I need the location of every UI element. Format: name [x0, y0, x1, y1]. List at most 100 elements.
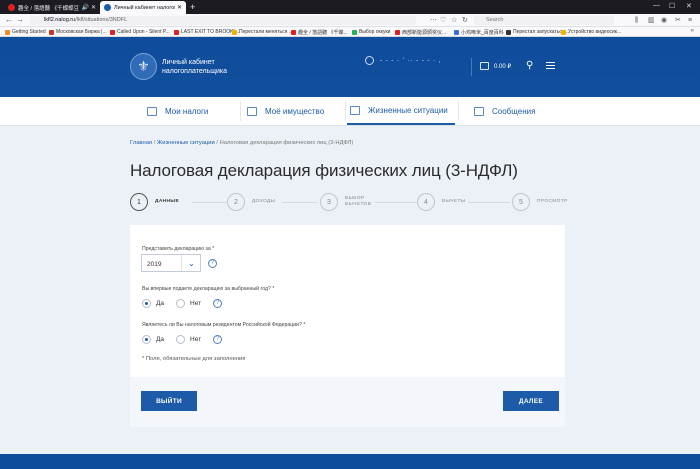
address-bar[interactable]: lkfl2.nalog.ru/lkfl/situations/3NDFL	[30, 16, 416, 25]
first-time-yes-option[interactable]: Да	[142, 299, 164, 308]
forward-icon[interactable]: →	[16, 15, 24, 25]
menu-icon[interactable]: ≡	[688, 16, 692, 25]
bookmark-item[interactable]: 趣全 / 落語聽 《千蝶...	[291, 29, 348, 36]
radio-button-checked[interactable]	[142, 299, 151, 308]
step-connector	[282, 202, 317, 203]
bookmark-item[interactable]: Устройство видеосик...	[561, 29, 621, 35]
nav-my-taxes[interactable]: Мои налоги	[147, 97, 237, 125]
bookmark-favicon-icon	[291, 30, 296, 35]
declaration-form: Представить декларацию за * 2019 ⌄ ? Вы …	[130, 225, 565, 377]
browser-tab-music[interactable]: 趣全 / 落語聽 《千蝶蝶豆豆鼓》 🔊 ✕	[4, 1, 100, 14]
year-value: 2019	[147, 261, 162, 268]
back-icon[interactable]: ←	[5, 15, 13, 25]
header-divider	[471, 58, 472, 76]
radio-button[interactable]	[176, 299, 186, 308]
bookmark-item[interactable]: LAST EXIT TO BROOKL...	[174, 29, 240, 35]
bookmarks-overflow-icon[interactable]: »	[691, 28, 694, 34]
pocket-icon[interactable]: ♡	[440, 16, 446, 25]
first-time-help-icon[interactable]: ?	[213, 299, 223, 308]
bookmark-favicon-icon	[395, 30, 400, 35]
site-footer	[0, 454, 700, 469]
step-choose-deductions[interactable]: 3 ВЫБОР ВЫЧЕТОВ	[320, 193, 371, 211]
yes-label: Да	[156, 336, 165, 343]
bookmark-favicon-icon	[232, 29, 237, 35]
nav-life-situations[interactable]: Жизненные ситуации	[347, 97, 455, 125]
resident-help-icon[interactable]: ?	[213, 335, 223, 344]
step-income[interactable]: 2 ДОХОДЫ	[227, 193, 275, 211]
step-preview[interactable]: 5 ПРОСМОТР	[512, 193, 568, 211]
list-icon	[350, 105, 360, 115]
no-label: Нет	[190, 300, 202, 307]
bookmark-label: 西部新能源颁奖仪...	[402, 30, 447, 36]
account-icon[interactable]: ◉	[661, 16, 667, 25]
bookmark-item[interactable]: Перестали меняться ...	[232, 29, 293, 35]
year-select[interactable]: 2019 ⌄	[141, 254, 201, 272]
fns-emblem-icon[interactable]: ⚜	[130, 53, 157, 80]
resident-yes-option[interactable]: Да	[142, 335, 164, 344]
step-connector	[468, 202, 510, 203]
breadcrumb-home[interactable]: Главная	[130, 140, 152, 146]
nav-divider	[240, 101, 241, 121]
bookmark-item[interactable]: 西部新能源颁奖仪...	[395, 29, 446, 36]
youtube-icon	[8, 4, 15, 11]
user-icon[interactable]	[365, 56, 374, 65]
radio-button[interactable]	[176, 335, 186, 344]
bookmark-item[interactable]: Московская Биржа |...	[49, 29, 107, 35]
site-brand[interactable]: Личный кабинет налогоплательщика	[162, 58, 227, 76]
speaker-icon[interactable]: 🔊	[81, 4, 88, 11]
screenshot-icon[interactable]: ✂	[675, 16, 681, 25]
library-icon[interactable]: ⫼	[635, 16, 638, 25]
bookmark-favicon-icon	[454, 30, 459, 35]
step-data[interactable]: 1 ДАННЫЕ	[130, 193, 179, 211]
step-connector	[375, 202, 417, 203]
bookmark-label: Выбор оккуки	[359, 29, 391, 35]
year-help-icon[interactable]: ?	[208, 259, 217, 268]
balance-amount[interactable]: 0.00 ₽	[494, 63, 511, 70]
reload-icon[interactable]: ↻	[462, 16, 468, 25]
close-tab-icon[interactable]: ✕	[177, 4, 182, 11]
bookmark-label: Called Upon - Silent P...	[117, 29, 170, 35]
sidebar-icon[interactable]: ▥	[648, 16, 655, 25]
maximize-icon[interactable]: ☐	[669, 2, 675, 10]
close-window-icon[interactable]: ✕	[686, 2, 692, 10]
bookmark-item[interactable]: Getting Started	[5, 29, 46, 35]
more-actions-icon[interactable]: ⋯	[430, 16, 437, 25]
nav-label: Жизненные ситуации	[368, 105, 448, 115]
chevron-down-icon[interactable]: ⌄	[181, 255, 201, 271]
brand-line2: налогоплательщика	[162, 68, 228, 75]
nav-messages[interactable]: Сообщения	[474, 97, 564, 125]
calculator-icon	[147, 106, 157, 116]
site-header: ⚜ Личный кабинет налогоплательщика - - -…	[0, 37, 700, 97]
hamburger-menu-icon[interactable]	[546, 62, 555, 71]
tab-label: Личный кабинет налогоплате	[114, 4, 175, 11]
property-icon	[247, 106, 257, 116]
next-button[interactable]: ДАЛЕЕ	[503, 391, 559, 411]
envelope-icon	[474, 106, 484, 116]
resident-no-option[interactable]: Нет	[176, 335, 201, 344]
resident-radio-group: Да Нет ?	[142, 335, 223, 344]
user-name[interactable]: - - - · ' ·· - - - · ,	[380, 57, 441, 65]
step-deductions[interactable]: 4 ВЫЧЕТЫ	[417, 193, 465, 211]
url-path: /lkfl/situations/3NDFL	[75, 17, 128, 23]
breadcrumb-life-situations[interactable]: Жизненные ситуации	[157, 140, 215, 146]
exit-button[interactable]: ВЫЙТИ	[141, 391, 197, 411]
url-host: lkfl2.nalog.ru	[44, 17, 76, 23]
form-actions: ВЫЙТИ ДАЛЕЕ	[130, 377, 565, 427]
radio-button-checked[interactable]	[142, 335, 151, 344]
bookmark-item[interactable]: Перестал запускаться...	[506, 29, 569, 35]
bookmark-item[interactable]: Выбор оккуки	[352, 29, 390, 35]
wallet-icon[interactable]	[480, 62, 489, 70]
search-field[interactable]: Search	[474, 16, 614, 25]
nav-my-property[interactable]: Моё имущество	[247, 97, 342, 125]
bookmark-item[interactable]: Called Upon - Silent P...	[110, 29, 170, 35]
bookmark-item[interactable]: 小鸡啄米_百度百科	[454, 29, 504, 36]
first-time-no-option[interactable]: Нет	[176, 299, 201, 308]
bookmark-star-icon[interactable]: ☆	[451, 16, 457, 25]
browser-tab-bar: 趣全 / 落語聽 《千蝶蝶豆豆鼓》 🔊 ✕ Личный кабинет нал…	[0, 0, 700, 14]
new-tab-icon[interactable]: +	[190, 2, 195, 12]
minimize-icon[interactable]: —	[653, 2, 660, 9]
search-icon[interactable]: ⚲	[526, 61, 533, 71]
browser-tab-nalog[interactable]: Личный кабинет налогоплате ✕	[100, 1, 186, 14]
section-nav: Мои налоги Моё имущество Жизненные ситуа…	[0, 97, 700, 126]
close-tab-icon[interactable]: ✕	[91, 4, 96, 11]
